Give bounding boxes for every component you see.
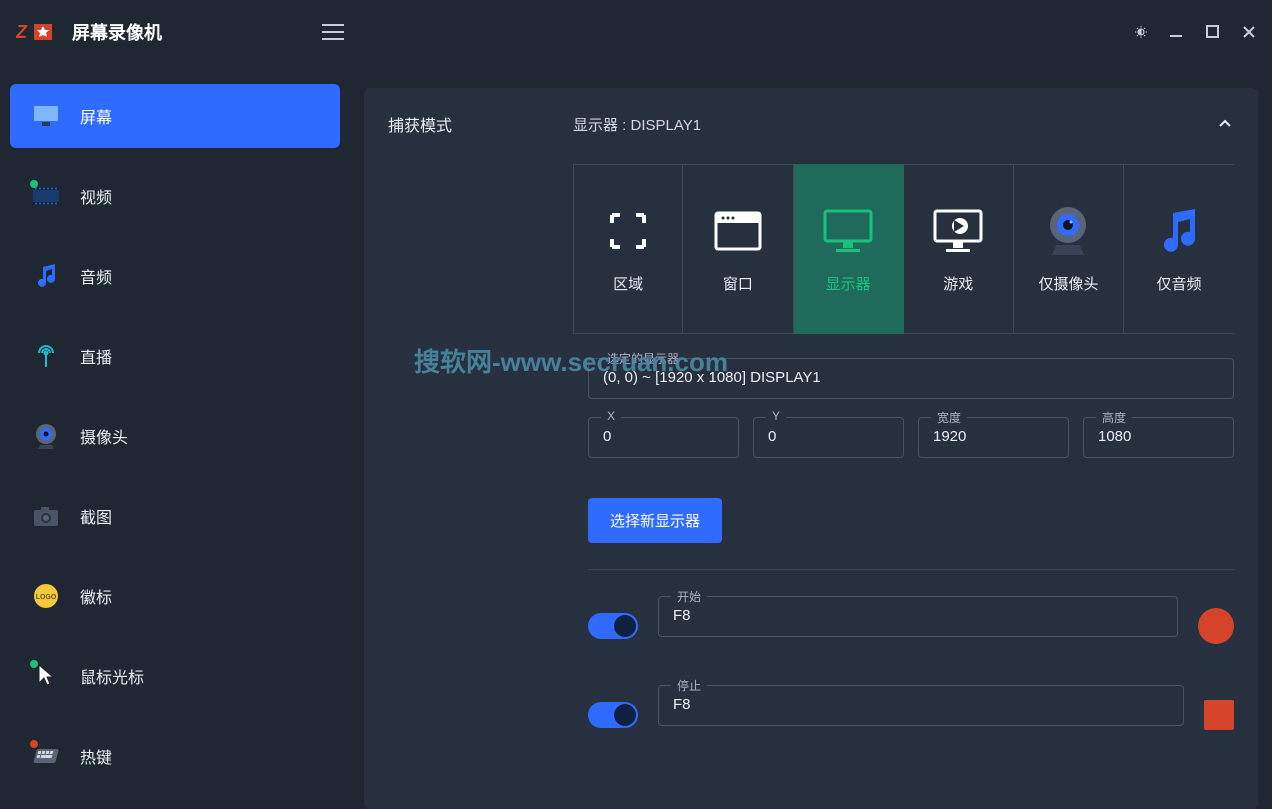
theme-toggle-icon[interactable] [1134, 25, 1148, 39]
mode-label: 窗口 [723, 273, 753, 294]
mode-window[interactable]: 窗口 [683, 164, 793, 334]
y-value: 0 [768, 428, 889, 445]
field-label: 停止 [671, 677, 707, 694]
start-toggle[interactable] [588, 613, 638, 639]
mode-label: 区域 [613, 273, 643, 294]
sidebar-item-label: 截图 [80, 504, 112, 528]
selected-display-field[interactable]: 选定的显示器 (0, 0) ~ [1920 x 1080] DISPLAY1 [588, 358, 1234, 399]
cursor-icon [32, 662, 60, 690]
capture-mode-label: 捕获模式 [388, 112, 573, 136]
capture-mode-header: 捕获模式 显示器 : DISPLAY1 [388, 112, 1234, 136]
y-field[interactable]: Y 0 [753, 417, 904, 458]
maximize-button[interactable] [1206, 25, 1220, 39]
sidebar-item-label: 视频 [80, 184, 112, 208]
monitor-icon [822, 205, 874, 257]
close-button[interactable] [1242, 25, 1256, 39]
app-title: 屏幕录像机 [72, 19, 162, 45]
height-field[interactable]: 高度 1080 [1083, 417, 1234, 458]
camera-icon [32, 502, 60, 530]
capture-mode-grid: 区域 窗口 显示器 游戏 [573, 164, 1234, 334]
sidebar-item-video[interactable]: 视频 [10, 164, 340, 228]
start-hotkey-value: F8 [673, 607, 1163, 624]
stop-hotkey-field[interactable]: 停止 F8 [658, 685, 1184, 726]
sidebar-item-live[interactable]: 直播 [10, 324, 340, 388]
mode-label: 仅音频 [1157, 273, 1202, 294]
mode-camera-only[interactable]: 仅摄像头 [1014, 164, 1124, 334]
webcam-icon [1044, 205, 1092, 257]
field-label: X [601, 409, 621, 423]
main-panel: 搜软网-www.secruan.com 捕获模式 显示器 : DISPLAY1 … [364, 88, 1258, 809]
field-label: 选定的显示器 [601, 350, 685, 367]
window-controls [1134, 25, 1256, 39]
collapse-button[interactable] [1216, 115, 1234, 133]
current-display-text: 显示器 : DISPLAY1 [573, 114, 701, 135]
app-logo: Z 屏幕录像机 [16, 19, 162, 45]
coordinate-grid: X 0 Y 0 宽度 1920 高度 1080 [588, 417, 1234, 476]
mode-label: 显示器 [826, 273, 871, 294]
sidebar-item-screen[interactable]: 屏幕 [10, 84, 340, 148]
sidebar-item-logo[interactable]: LOGO 徽标 [10, 564, 340, 628]
mode-label: 仅摄像头 [1038, 273, 1098, 294]
svg-text:Z: Z [16, 22, 28, 42]
sidebar: 屏幕 视频 音频 直播 摄像头 [0, 64, 350, 809]
sidebar-item-label: 徽标 [80, 584, 112, 608]
crop-icon [604, 205, 652, 257]
select-display-button[interactable]: 选择新显示器 [588, 498, 722, 543]
stop-hotkey-value: F8 [673, 696, 1169, 713]
monitor-icon [32, 102, 60, 130]
music-note-icon [32, 262, 60, 290]
window-icon [714, 205, 762, 257]
minimize-button[interactable] [1170, 25, 1184, 39]
mode-region[interactable]: 区域 [573, 164, 683, 334]
selected-display-value: (0, 0) ~ [1920 x 1080] DISPLAY1 [603, 369, 1219, 386]
sidebar-item-label: 热键 [80, 744, 112, 768]
hotkey-start-row: 开始 F8 [588, 596, 1234, 655]
svg-text:LOGO: LOGO [36, 594, 57, 601]
mode-display[interactable]: 显示器 [794, 164, 904, 334]
sidebar-item-label: 直播 [80, 344, 112, 368]
field-label: Y [766, 409, 786, 423]
webcam-icon [32, 422, 60, 450]
music-note-icon [1159, 205, 1199, 257]
stop-toggle[interactable] [588, 702, 638, 728]
broadcast-icon [32, 342, 60, 370]
sidebar-item-hotkey[interactable]: 热键 [10, 724, 340, 788]
start-hotkey-field[interactable]: 开始 F8 [658, 596, 1178, 637]
sidebar-item-label: 摄像头 [80, 424, 128, 448]
sidebar-item-label: 音频 [80, 264, 112, 288]
sidebar-item-label: 鼠标光标 [80, 664, 144, 688]
film-icon [32, 182, 60, 210]
sidebar-item-label: 屏幕 [80, 104, 112, 128]
hotkey-stop-row: 停止 F8 [588, 685, 1234, 744]
width-value: 1920 [933, 428, 1054, 445]
logo-badge-icon: Z [16, 22, 56, 42]
mode-audio-only[interactable]: 仅音频 [1124, 164, 1234, 334]
logo-badge-icon: LOGO [32, 582, 60, 610]
keyboard-icon [32, 742, 60, 770]
game-icon [932, 205, 984, 257]
menu-button[interactable] [322, 24, 344, 40]
field-label: 宽度 [931, 409, 967, 426]
x-field[interactable]: X 0 [588, 417, 739, 458]
field-label: 开始 [671, 588, 707, 605]
sidebar-item-audio[interactable]: 音频 [10, 244, 340, 308]
sidebar-item-cursor[interactable]: 鼠标光标 [10, 644, 340, 708]
titlebar: Z 屏幕录像机 [0, 0, 1272, 64]
mode-label: 游戏 [943, 273, 973, 294]
width-field[interactable]: 宽度 1920 [918, 417, 1069, 458]
stop-indicator-icon [1204, 700, 1234, 730]
sidebar-item-camera[interactable]: 摄像头 [10, 404, 340, 468]
sidebar-item-screenshot[interactable]: 截图 [10, 484, 340, 548]
height-value: 1080 [1098, 428, 1219, 445]
x-value: 0 [603, 428, 724, 445]
record-indicator-icon [1198, 608, 1234, 644]
field-label: 高度 [1096, 409, 1132, 426]
divider [588, 569, 1234, 570]
mode-game[interactable]: 游戏 [904, 164, 1014, 334]
